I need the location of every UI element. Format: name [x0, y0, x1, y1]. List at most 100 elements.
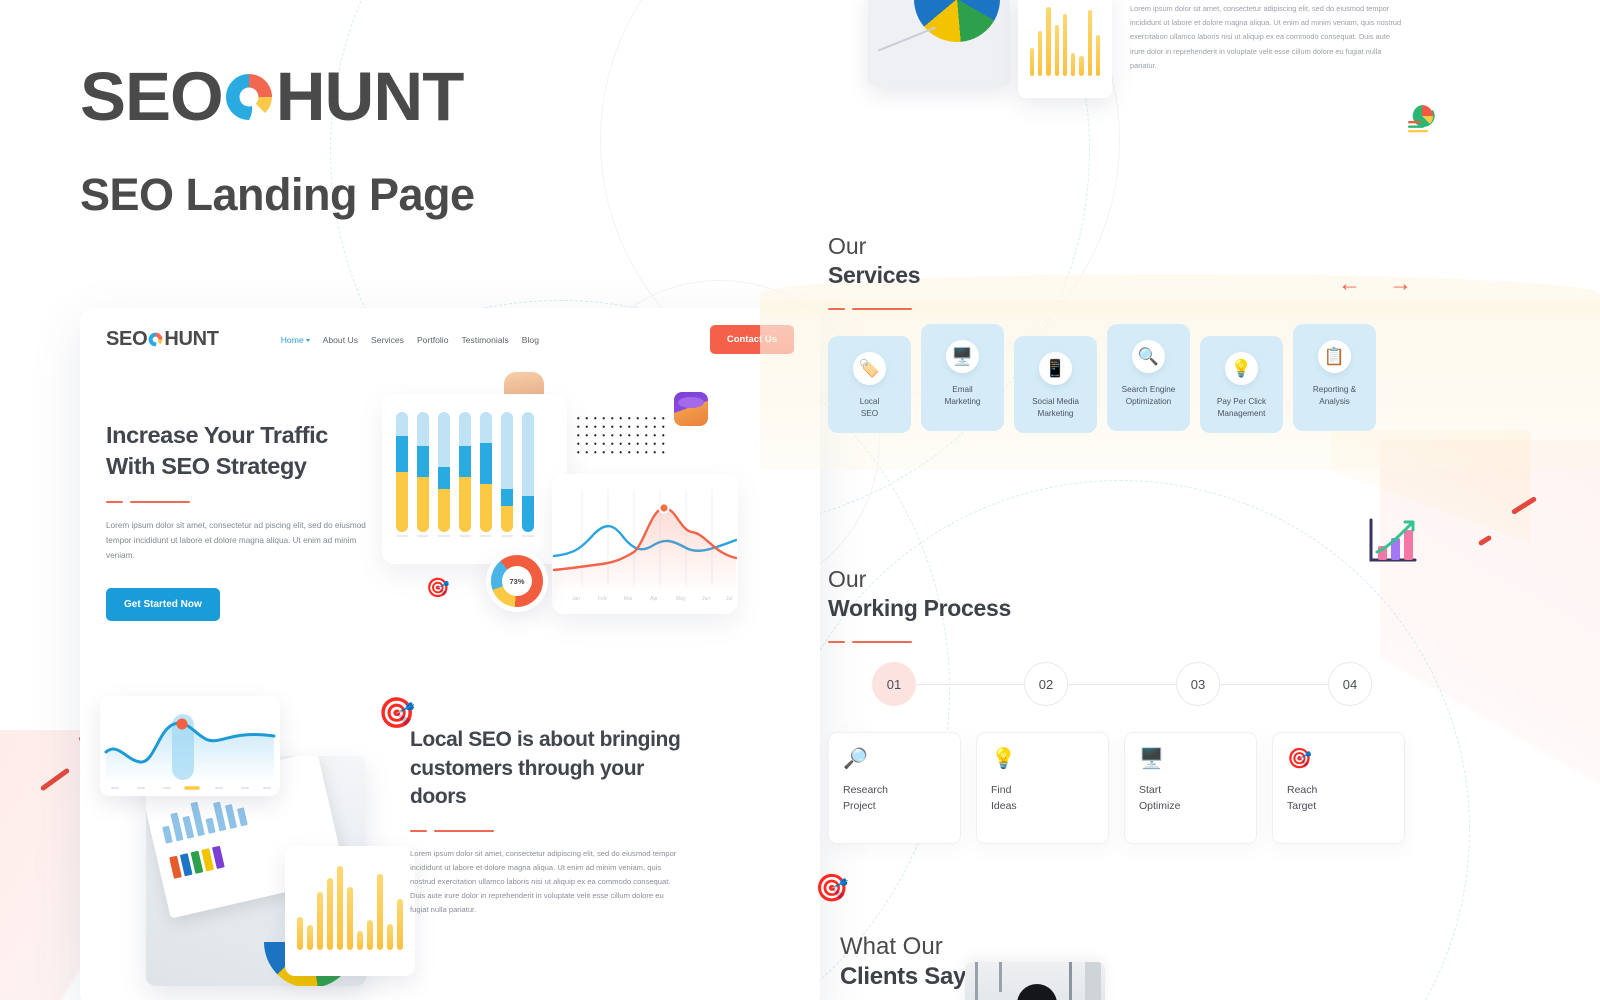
- process-card-research-project[interactable]: 🔎 Research Project: [828, 732, 961, 844]
- services-card-list: 🏷️ Local SEO 🖥️ Email Marketing 📱 Social…: [828, 324, 1376, 433]
- service-label-line2: Management: [1217, 409, 1266, 419]
- email-monitor-icon: 🖥️: [946, 340, 979, 373]
- line-chart-float-card: [100, 696, 280, 796]
- target-sparkle-icon: 🎯: [815, 873, 849, 903]
- svg-text:Jul: Jul: [726, 596, 732, 602]
- cylinder-chart-icon: [674, 392, 708, 426]
- yellow-bar-chart: [285, 846, 415, 950]
- svg-text:Feb: Feb: [598, 596, 607, 602]
- service-label-line2: Analysis: [1319, 397, 1350, 407]
- top-lorem-paragraph: Lorem ipsum dolor sit amet, consectetur …: [1130, 4, 1402, 70]
- bar: [396, 412, 408, 532]
- brand-logo-text-1: SEO: [80, 58, 224, 135]
- colorful-analytics-icon: [1400, 96, 1444, 140]
- process-kicker: Our: [828, 566, 867, 592]
- service-card-label: Email Marketing: [945, 384, 981, 409]
- page-title: SEO Landing Page: [80, 169, 475, 220]
- dart-target-icon: 🎯: [426, 578, 450, 599]
- step-connector: [1068, 683, 1176, 685]
- service-card-social-media-marketing[interactable]: 📱 Social Media Marketing: [1014, 336, 1097, 433]
- local-seo-title: Local SEO is about bringing customers th…: [410, 726, 700, 812]
- bar: [501, 412, 513, 532]
- service-card-email-marketing[interactable]: 🖥️ Email Marketing: [921, 324, 1004, 431]
- hero-title-line1: Increase Your Traffic: [106, 422, 328, 448]
- service-card-label: Local SEO: [860, 396, 880, 421]
- nav-item-blog[interactable]: Blog: [522, 335, 539, 345]
- decor-dash-1: [39, 767, 71, 792]
- nav-item-portfolio[interactable]: Portfolio: [417, 335, 449, 345]
- local-seo-divider: [410, 829, 700, 833]
- process-card-reach-target[interactable]: 🎯 Reach Target: [1272, 732, 1405, 844]
- service-card-local-seo[interactable]: 🏷️ Local SEO: [828, 336, 911, 433]
- process-step-04[interactable]: 04: [1328, 662, 1372, 706]
- nav-item-about-us[interactable]: About Us: [323, 335, 358, 345]
- services-kicker: Our: [828, 233, 867, 259]
- service-card-label: Social Media Marketing: [1032, 396, 1079, 421]
- line-chart-card: Jan Feb Mar Apr May Jun Jul: [552, 474, 738, 614]
- process-step-02[interactable]: 02: [1024, 662, 1068, 706]
- dot-grid-decoration: [574, 414, 666, 458]
- seo-tag-icon: 🏷️: [853, 352, 886, 385]
- client-testimonial-photo: [965, 962, 1105, 1000]
- nav-item-home-label: Home: [280, 334, 304, 345]
- client-avatar-silhouette: [1017, 984, 1057, 1000]
- brand-logo: SEO HUNT: [80, 62, 475, 131]
- hero-title-line2: With SEO Strategy: [106, 453, 307, 480]
- service-label-line1: Pay Per Click: [1216, 397, 1267, 406]
- nav-item-services[interactable]: Services: [371, 335, 404, 345]
- process-heading: Working Process: [828, 594, 1011, 621]
- service-label-line2: Optimization: [1125, 397, 1172, 407]
- clients-kicker: What Our: [840, 933, 943, 960]
- svg-text:Jun: Jun: [702, 596, 710, 602]
- line-chart: Jan Feb Mar Apr May Jun Jul: [552, 490, 738, 602]
- process-card-label: Start Optimize: [1139, 783, 1242, 815]
- process-label-line2: Target: [1287, 799, 1317, 812]
- process-card-label: Find Ideas: [991, 783, 1094, 815]
- progress-donut: 73%: [491, 555, 543, 607]
- nav-item-home[interactable]: Home: [281, 335, 310, 345]
- bar-chart-card: [382, 394, 567, 564]
- report-clipboard-icon: 📋: [1318, 340, 1351, 373]
- service-card-label: Search Engine Optimization: [1122, 384, 1176, 409]
- social-media-icon: 📱: [1039, 352, 1072, 385]
- hero-paragraph: Lorem ipsum dolor sit amet, consectetur …: [106, 521, 366, 561]
- mock-brand-logo[interactable]: SEO HUNT: [106, 328, 219, 351]
- hero-divider: [106, 500, 380, 503]
- carousel-next-arrow-icon[interactable]: →: [1389, 272, 1412, 295]
- target-sparkle-icon: 🎯: [378, 697, 416, 730]
- process-card-find-ideas[interactable]: 💡 Find Ideas: [976, 732, 1109, 844]
- clients-heading-block: What Our Clients Say: [840, 932, 966, 992]
- service-card-label: Pay Per Click Management: [1217, 396, 1266, 421]
- carousel-prev-arrow-icon[interactable]: ←: [1338, 272, 1361, 295]
- process-label-line2: Optimize: [1139, 799, 1181, 812]
- process-card-start-optimize[interactable]: 🖥️ Start Optimize: [1124, 732, 1257, 844]
- process-label-line2: Ideas: [991, 799, 1017, 812]
- donut-percent-label: 73%: [502, 566, 532, 596]
- process-step-03[interactable]: 03: [1176, 662, 1220, 706]
- magnifier-icon: 🔍: [1132, 340, 1165, 373]
- services-carousel-nav: ← →: [1338, 272, 1412, 295]
- bar: [459, 412, 471, 532]
- get-started-button[interactable]: Get Started Now: [106, 587, 220, 621]
- process-card-list: 🔎 Research Project 💡 Find Ideas 🖥️ Start…: [828, 732, 1405, 844]
- process-label-line1: Find: [991, 784, 1012, 796]
- service-label-line1: Social Media: [1032, 397, 1079, 406]
- process-label-line1: Start: [1139, 784, 1162, 796]
- bar: [438, 412, 450, 532]
- design-canvas: SEO HUNT SEO Landing Page Lorem ipsum do…: [0, 0, 1600, 1000]
- nav-item-testimonials[interactable]: Testimonials: [461, 335, 508, 345]
- top-card-yellow-bars: [1018, 0, 1112, 98]
- chevron-down-icon: [305, 338, 310, 342]
- local-seo-title-line2: customers through your: [410, 756, 644, 780]
- growth-bar-chart-icon: [1365, 516, 1419, 566]
- service-card-search-engine-optimization[interactable]: 🔍 Search Engine Optimization: [1107, 324, 1190, 431]
- process-step-01[interactable]: 01: [872, 662, 916, 706]
- service-label-line1: Search Engine: [1121, 385, 1176, 394]
- svg-text:Jan: Jan: [572, 596, 580, 602]
- service-card-pay-per-click-management[interactable]: 💡 Pay Per Click Management: [1200, 336, 1283, 433]
- local-seo-photo-collage: [100, 686, 415, 986]
- service-card-reporting-analysis[interactable]: 📋 Reporting & Analysis: [1293, 324, 1376, 431]
- decor-dash-4: [1477, 534, 1493, 547]
- service-label-line1: Local: [859, 397, 880, 406]
- mock-hero-section: Increase Your Traffic With SEO Strategy …: [80, 354, 820, 664]
